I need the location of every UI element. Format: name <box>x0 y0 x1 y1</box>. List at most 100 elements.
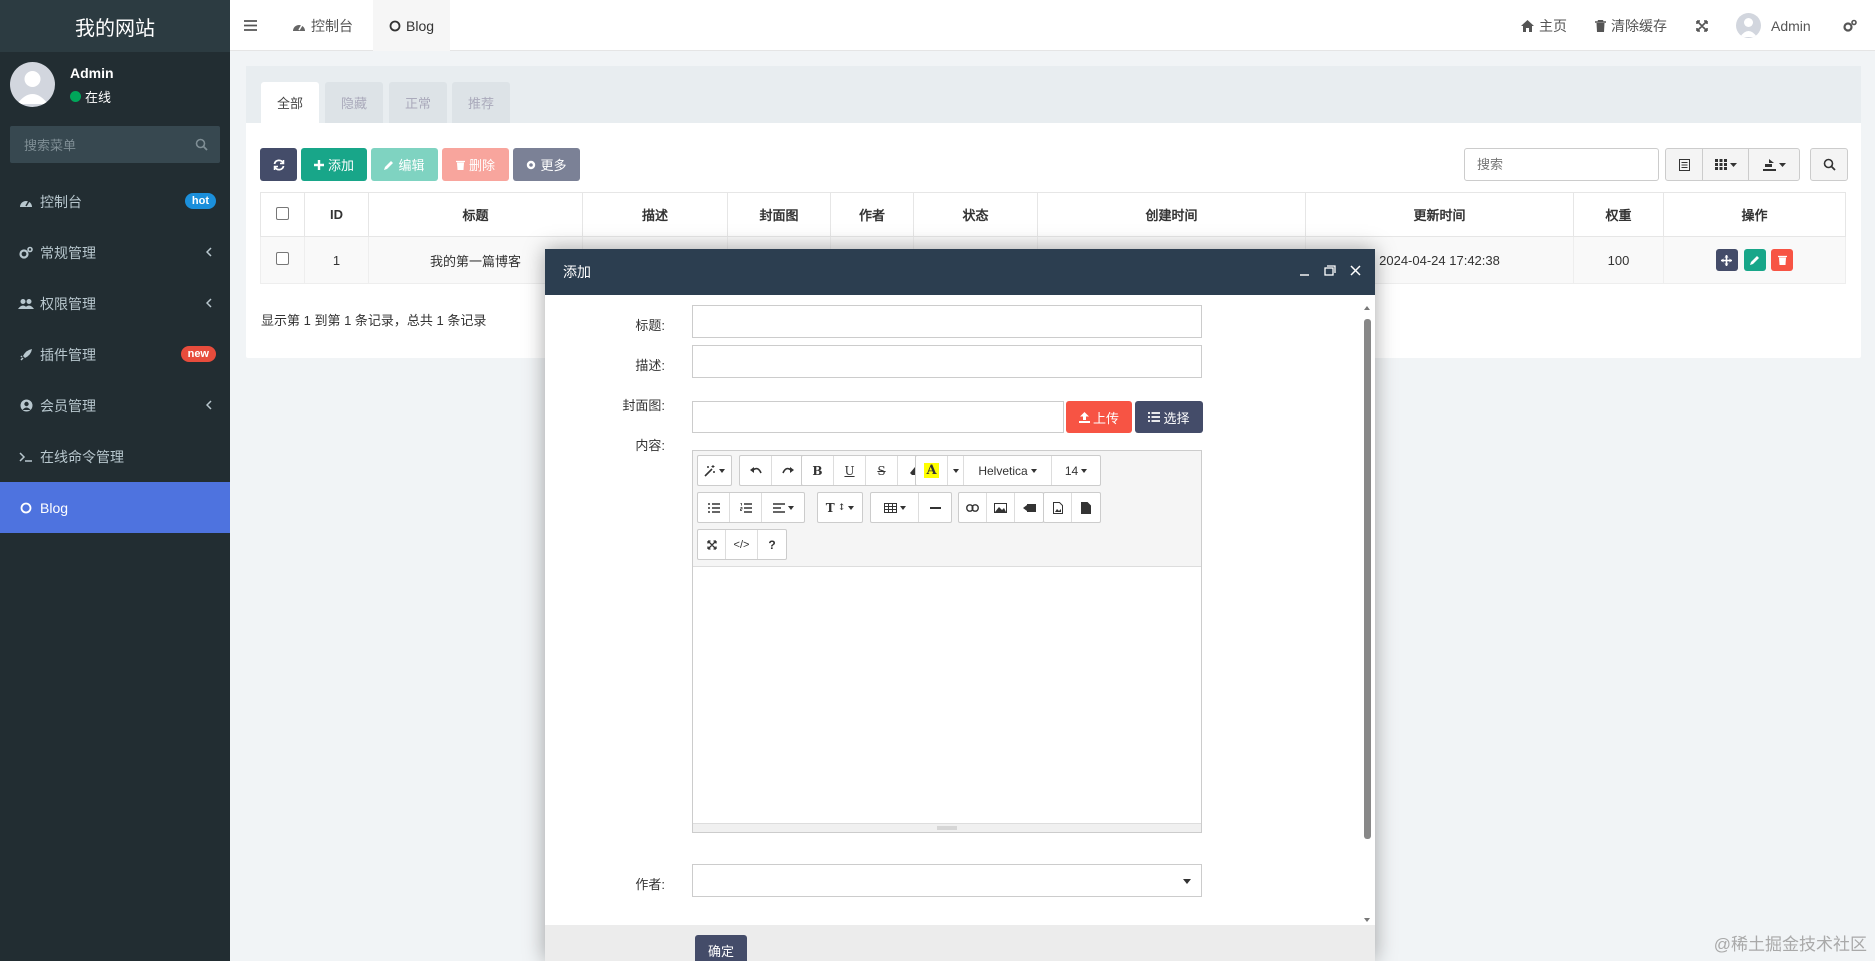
author-label: 作者: <box>635 877 665 892</box>
column-header[interactable]: ID <box>304 192 369 237</box>
sidebar-item-command[interactable]: 在线命令管理 <box>0 431 230 482</box>
sidebar-item-label: 在线命令管理 <box>40 448 124 465</box>
row-checkbox[interactable] <box>276 252 289 265</box>
select-all-checkbox[interactable] <box>276 206 289 220</box>
insert-image-file-button[interactable] <box>1044 493 1072 522</box>
upload-button[interactable]: 上传 <box>1066 401 1132 433</box>
home-link[interactable]: 主页 <box>1521 0 1567 51</box>
sidebar-item-members[interactable]: 会员管理 <box>0 380 230 431</box>
title-input[interactable] <box>692 305 1202 338</box>
line-height-dropdown[interactable]: T ↕ <box>818 493 862 522</box>
search-button[interactable] <box>1810 148 1848 181</box>
column-header[interactable]: 更新时间 <box>1305 192 1574 237</box>
highlight-a-icon: A <box>924 463 939 478</box>
magic-style-button[interactable] <box>698 456 731 485</box>
author-select[interactable] <box>692 864 1202 897</box>
columns-button[interactable] <box>1702 148 1749 181</box>
video-button[interactable] <box>1015 493 1043 522</box>
sidebar-item-general[interactable]: 常规管理 <box>0 227 230 278</box>
sidebar-item-dashboard[interactable]: 控制台 hot <box>0 176 230 227</box>
home-icon <box>1521 19 1534 32</box>
fullscreen-button[interactable] <box>1696 0 1708 51</box>
table-search-input[interactable] <box>1464 148 1659 181</box>
sidebar-item-blog[interactable]: Blog <box>0 482 230 533</box>
link-button[interactable] <box>959 493 987 522</box>
dialog-header[interactable]: 添加 <box>545 249 1375 295</box>
tab-dashboard[interactable]: 控制台 <box>292 0 353 51</box>
row-delete-button[interactable] <box>1771 249 1794 271</box>
sidebar-item-auth[interactable]: 权限管理 <box>0 278 230 329</box>
redo-button[interactable] <box>772 456 804 485</box>
user-menu[interactable]: Admin <box>1736 0 1811 51</box>
list-ol-icon <box>739 502 752 513</box>
edit-button[interactable]: 编辑 <box>371 148 438 181</box>
more-button[interactable]: 更多 <box>513 148 580 181</box>
align-dropdown[interactable] <box>762 493 804 522</box>
insert-file-button[interactable] <box>1072 493 1100 522</box>
height-group: T ↕ <box>817 492 863 523</box>
column-header[interactable]: 封面图 <box>727 192 831 237</box>
menu-toggle-button[interactable] <box>244 0 257 51</box>
site-logo[interactable]: 我的网站 <box>0 0 230 52</box>
bold-button[interactable]: B <box>802 456 834 485</box>
clear-cache-button[interactable]: 清除缓存 <box>1595 0 1667 51</box>
scroll-thumb[interactable] <box>1363 319 1371 839</box>
confirm-button[interactable]: 确定 <box>695 935 747 961</box>
refresh-button[interactable] <box>260 148 297 181</box>
font-family-dropdown[interactable]: Helvetica <box>964 456 1052 485</box>
font-color-button[interactable]: A <box>916 456 948 485</box>
image-icon <box>994 502 1007 513</box>
choose-button[interactable]: 选择 <box>1135 401 1203 433</box>
unordered-list-button[interactable] <box>698 493 730 522</box>
header-user-name: Admin <box>1771 17 1811 34</box>
user-status-text: 在线 <box>85 90 112 105</box>
online-dot-icon <box>70 91 81 102</box>
expand-icon <box>706 539 717 550</box>
strikethrough-button[interactable]: S <box>866 456 898 485</box>
column-header[interactable]: 状态 <box>913 192 1038 237</box>
tab-normal[interactable]: 正常 <box>389 82 447 123</box>
cover-input[interactable] <box>692 401 1064 433</box>
help-button[interactable]: ? <box>758 530 786 559</box>
dashboard-icon <box>18 196 34 208</box>
editor-resize-bar[interactable] <box>693 823 1201 832</box>
tab-all[interactable]: 全部 <box>261 82 319 123</box>
export-button[interactable] <box>1748 148 1800 181</box>
column-header[interactable]: 描述 <box>582 192 728 237</box>
column-header[interactable]: 创建时间 <box>1037 192 1306 237</box>
tab-blog[interactable]: Blog <box>373 0 451 51</box>
column-header[interactable]: 标题 <box>368 192 583 237</box>
color-dropdown[interactable] <box>948 456 964 485</box>
description-input[interactable] <box>692 345 1202 378</box>
underline-button[interactable]: U <box>834 456 866 485</box>
column-header[interactable]: 权重 <box>1573 192 1664 237</box>
ordered-list-button[interactable] <box>730 493 762 522</box>
fullscreen-editor-button[interactable] <box>698 530 726 559</box>
sidebar-item-label: Blog <box>40 499 69 516</box>
maximize-icon[interactable] <box>1324 265 1336 276</box>
editor-content-area[interactable] <box>693 568 1201 823</box>
horizontal-rule-button[interactable] <box>919 493 951 522</box>
row-edit-button[interactable] <box>1743 249 1766 271</box>
sidebar-item-plugins[interactable]: 插件管理 new <box>0 329 230 380</box>
menu-search-input[interactable]: 搜索菜单 <box>10 126 220 163</box>
tab-recommended[interactable]: 推荐 <box>452 82 510 123</box>
paragraph-group <box>697 492 805 523</box>
drag-sort-button[interactable] <box>1715 249 1738 271</box>
font-size-dropdown[interactable]: 14 <box>1052 456 1100 485</box>
dialog-scrollbar[interactable] <box>1363 305 1371 922</box>
minimize-icon[interactable] <box>1299 265 1310 276</box>
tab-hidden[interactable]: 隐藏 <box>325 82 383 123</box>
code-icon: </> <box>733 538 750 551</box>
settings-button[interactable] <box>1843 0 1857 51</box>
image-button[interactable] <box>987 493 1015 522</box>
undo-button[interactable] <box>740 456 772 485</box>
table-dropdown[interactable] <box>871 493 919 522</box>
code-view-button[interactable]: </> <box>726 530 758 559</box>
delete-button[interactable]: 删除 <box>442 148 509 181</box>
content-label: 内容: <box>635 438 665 453</box>
close-icon[interactable] <box>1350 265 1361 276</box>
toggle-view-button[interactable] <box>1665 148 1703 181</box>
column-header[interactable]: 作者 <box>830 192 914 237</box>
add-button[interactable]: 添加 <box>301 148 367 181</box>
